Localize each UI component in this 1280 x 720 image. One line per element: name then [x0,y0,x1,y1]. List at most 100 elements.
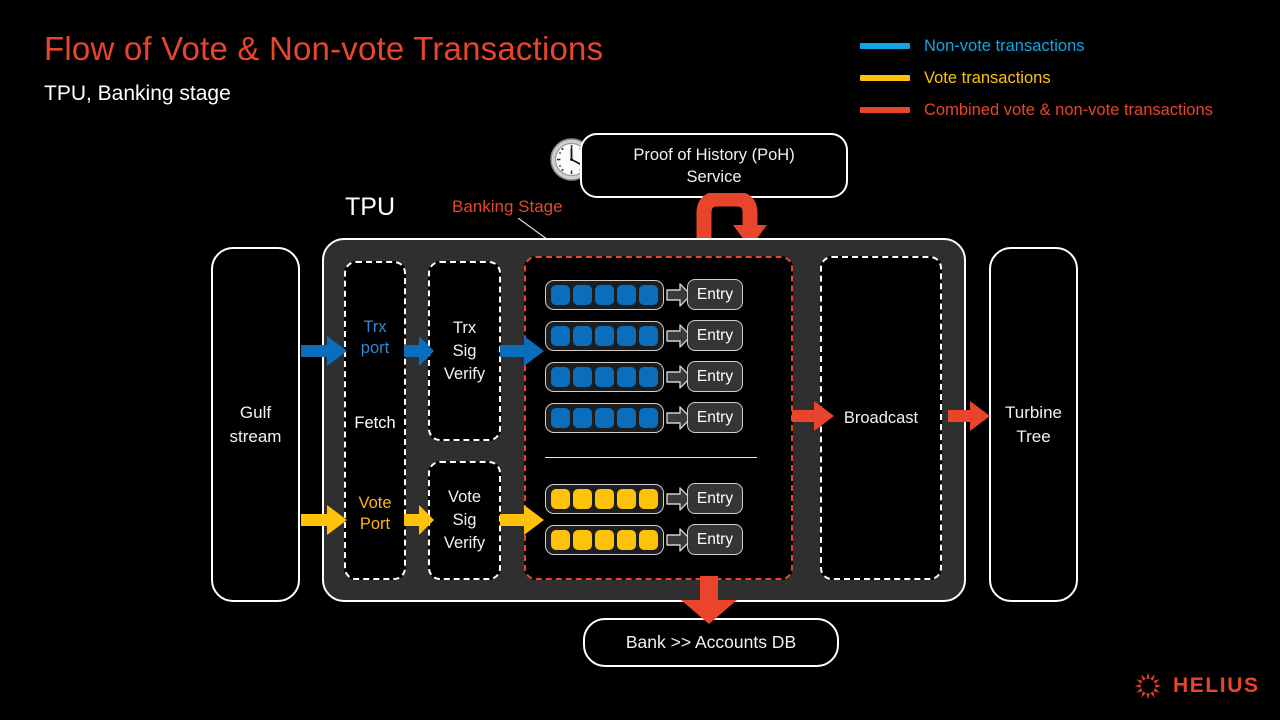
transaction-batch-vote [545,483,664,514]
entry-box: Entry [687,402,743,433]
transaction-cell [639,284,658,305]
transaction-cell [551,325,570,346]
trx-sig-line1: Trx [452,318,477,337]
arrow-gulfstream-to-voteport [301,505,347,540]
gulf-stream-label-line1: Gulf [239,402,272,422]
transaction-cell [595,407,614,428]
vote-port-label-line2: Port [359,515,391,533]
arrow-banking-to-bank [681,576,737,629]
transaction-cell [573,284,592,305]
transaction-cell [639,407,658,428]
entry-box: Entry [687,320,743,351]
transaction-cell [595,284,614,305]
bank-label: Bank >> Accounts DB [625,632,797,652]
legend-label-nonvote: Non-vote transactions [924,36,1085,55]
batch-group-divider [545,457,757,458]
legend-swatch-nonvote [860,43,910,49]
entry-box: Entry [687,483,743,514]
vote-sig-verify-box: Vote Sig Verify [428,461,501,580]
batch-row-vote: Entry [545,483,743,514]
transaction-batch-nonvote [545,320,664,351]
legend-label-combined: Combined vote & non-vote transactions [924,100,1213,119]
transaction-cell [573,325,592,346]
transaction-cell [617,284,636,305]
vote-port-label-line1: Vote [358,494,392,512]
transaction-cell [551,488,570,509]
transaction-cell [573,488,592,509]
entry-box: Entry [687,361,743,392]
transaction-batch-vote [545,524,664,555]
fetch-label: Fetch [354,414,396,432]
entry-box: Entry [687,279,743,310]
legend-item-nonvote: Non-vote transactions [860,30,1280,62]
entry-box: Entry [687,524,743,555]
batch-row-nonvote: Entry [545,361,743,392]
gulf-stream-label-line2: stream [229,426,282,446]
vote-sig-line2: Sig [452,511,477,529]
transaction-cell [551,366,570,387]
batch-row-nonvote: Entry [545,402,743,433]
helius-wordmark: HELIUS [1173,674,1260,697]
arrow-voteport-to-votesig [404,505,434,540]
transaction-cell [595,529,614,550]
banking-stage-label: Banking Stage [452,197,563,216]
transaction-cell [595,488,614,509]
transaction-cell [595,366,614,387]
transaction-cell [617,529,636,550]
legend-item-combined: Combined vote & non-vote transactions [860,94,1280,126]
turbine-tree-line1: Turbine [1004,402,1062,422]
transaction-cell [617,325,636,346]
broadcast-box: Broadcast [820,256,942,580]
legend-item-vote: Vote transactions [860,62,1280,94]
transaction-cell [617,366,636,387]
arrow-trxsig-to-banking [500,336,544,371]
trx-port-label-line1: Trx [363,318,387,336]
arrow-broadcast-to-turbine [948,401,990,436]
vote-sig-line1: Vote [447,488,482,506]
arrow-gulfstream-to-trxport [301,336,347,371]
poh-label-line2: Service [686,167,742,186]
page-subtitle: TPU, Banking stage [44,82,231,105]
helius-sun-icon [1134,672,1162,700]
transaction-cell [595,325,614,346]
batch-row-nonvote: Entry [545,320,743,351]
trx-sig-line3: Verify [443,364,486,383]
transaction-cell [573,366,592,387]
trx-sig-line2: Sig [452,341,477,360]
tpu-label: TPU [345,193,395,221]
trx-port-label: Trx port [346,317,404,359]
helius-logo: HELIUS [1133,671,1260,701]
arrow-banking-to-broadcast [792,401,834,436]
legend-label-vote: Vote transactions [924,68,1051,87]
legend: Non-vote transactions Vote transactions … [860,30,1280,126]
slide-canvas: Flow of Vote & Non-vote Transactions TPU… [0,0,1280,720]
transaction-batch-nonvote [545,402,664,433]
transaction-batch-nonvote [545,361,664,392]
transaction-cell [639,366,658,387]
vote-port-label: Vote Port [346,493,404,535]
page-title: Flow of Vote & Non-vote Transactions [44,30,604,67]
transaction-cell [551,284,570,305]
vote-sig-line3: Verify [443,534,486,552]
fetch-stage-box: Trx port Fetch Vote Port [344,261,406,580]
transaction-cell [639,529,658,550]
transaction-cell [551,407,570,428]
broadcast-label: Broadcast [843,408,919,427]
arrow-votesig-to-banking [500,505,544,540]
batch-row-vote: Entry [545,524,743,555]
transaction-cell [639,325,658,346]
gulf-stream-box: Gulf stream [211,247,300,602]
transaction-cell [573,407,592,428]
transaction-cell [639,488,658,509]
poh-service-box: Proof of History (PoH) Service [580,133,848,198]
turbine-tree-box: Turbine Tree [989,247,1078,602]
batch-row-nonvote: Entry [545,279,743,310]
transaction-batch-nonvote [545,279,664,310]
arrow-trxport-to-trxsig [404,336,434,371]
trx-sig-verify-box: Trx Sig Verify [428,261,501,441]
trx-port-label-line2: port [360,339,390,357]
transaction-cell [617,407,636,428]
legend-swatch-vote [860,75,910,81]
transaction-cell [551,529,570,550]
transaction-cell [573,529,592,550]
